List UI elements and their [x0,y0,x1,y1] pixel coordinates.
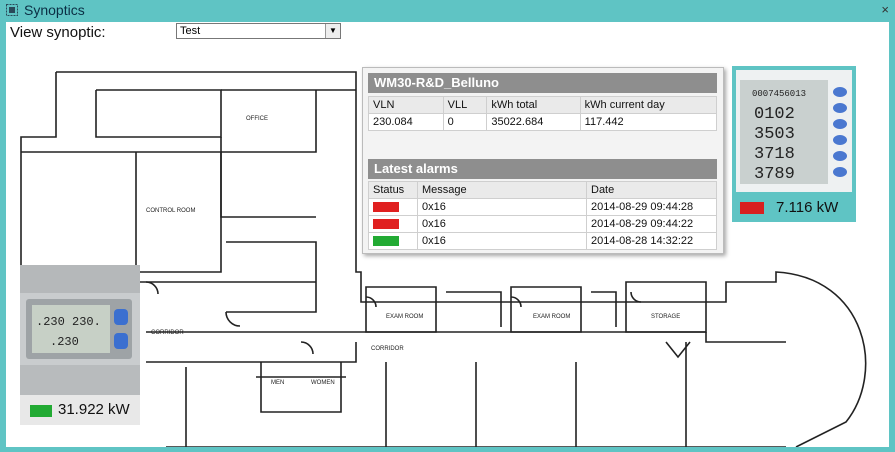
room-label-corridor-2: CORRIDOR [371,346,404,352]
synoptics-window: Synoptics × View synoptic: Test ▼ OFFICE… [0,0,895,452]
value-kwh-day: 117.442 [579,113,718,131]
room-label-men: MEN [271,380,284,386]
meter-left[interactable]: .230 230. .230 31.922 kW [20,265,140,425]
room-label-exam-2: EXAM ROOM [533,314,570,320]
table-row: 0x16 2014-08-29 09:44:22 [368,215,717,233]
table-row: 0x16 2014-08-28 14:32:22 [368,232,717,250]
alarm-date: 2014-08-29 09:44:28 [586,198,717,216]
meter-right-device: 0007456013 0102 3503 3718 3789 [736,70,852,192]
synoptic-select-value: Test [180,25,201,37]
meter-right-value: 7.116 kW [776,199,839,216]
room-label-storage: STORAGE [651,314,680,320]
alarm-message: 0x16 [417,232,587,250]
room-label-office: OFFICE [246,116,268,122]
synoptic-select[interactable]: Test ▼ [176,23,341,39]
table-row: 230.084 0 35022.684 117.442 [368,113,718,131]
header-message: Message [417,181,587,199]
svg-text:3718: 3718 [754,145,795,164]
main-content: View synoptic: Test ▼ OFFICE CONTROL ROO… [6,22,889,447]
svg-text:0102: 0102 [754,105,795,124]
room-label-exam-1: EXAM ROOM [386,314,423,320]
svg-text:.230: .230 [50,335,79,349]
chevron-down-icon[interactable]: ▼ [325,24,340,38]
view-synoptic-label: View synoptic: [10,24,106,41]
alarm-message: 0x16 [417,215,587,233]
meter-right-status [740,202,764,214]
svg-text:.230 230.: .230 230. [36,315,101,329]
svg-text:3789: 3789 [754,165,795,184]
value-kwh-total: 35022.684 [486,113,581,131]
header-vll: VLL [442,96,488,114]
alarm-date: 2014-08-28 14:32:22 [586,232,717,250]
alarm-status-0 [373,202,399,213]
device-name: WM30-R&D_Belluno [368,73,717,93]
alarm-status-2 [373,236,399,247]
header-vln: VLN [368,96,444,114]
device-info-popup: WM30-R&D_Belluno VLN VLL kWh total kWh c… [362,67,724,254]
header-status: Status [368,181,418,199]
header-kwh-day: kWh current day [579,96,718,114]
room-label-women: WOMEN [311,380,335,386]
meter-right[interactable]: 0007456013 0102 3503 3718 3789 7.116 kW [732,66,856,222]
synoptic-icon [6,4,18,16]
header-date: Date [586,181,717,199]
title-bar: Synoptics × [0,0,895,20]
svg-text:3503: 3503 [754,125,795,144]
room-label-control: CONTROL ROOM [146,208,195,214]
readings-table: VLN VLL kWh total kWh current day 230.08… [368,96,718,131]
room-label-corridor-1: CORRIDOR [151,330,184,336]
alarm-message: 0x16 [417,198,587,216]
alarms-title: Latest alarms [368,159,717,179]
header-kwh-total: kWh total [486,96,581,114]
svg-text:0007456013: 0007456013 [752,89,806,99]
alarm-status-1 [373,219,399,230]
alarm-date: 2014-08-29 09:44:22 [586,215,717,233]
window-title: Synoptics [24,2,85,18]
close-icon[interactable]: × [881,2,889,17]
value-vll: 0 [442,113,488,131]
meter-left-status [30,405,52,417]
meter-left-device: .230 230. .230 [20,265,140,395]
alarms-table: Status Message Date 0x16 2014-08-29 09:4… [368,181,717,250]
meter-left-value: 31.922 kW [58,401,130,418]
table-row: 0x16 2014-08-29 09:44:28 [368,198,717,216]
value-vln: 230.084 [368,113,444,131]
